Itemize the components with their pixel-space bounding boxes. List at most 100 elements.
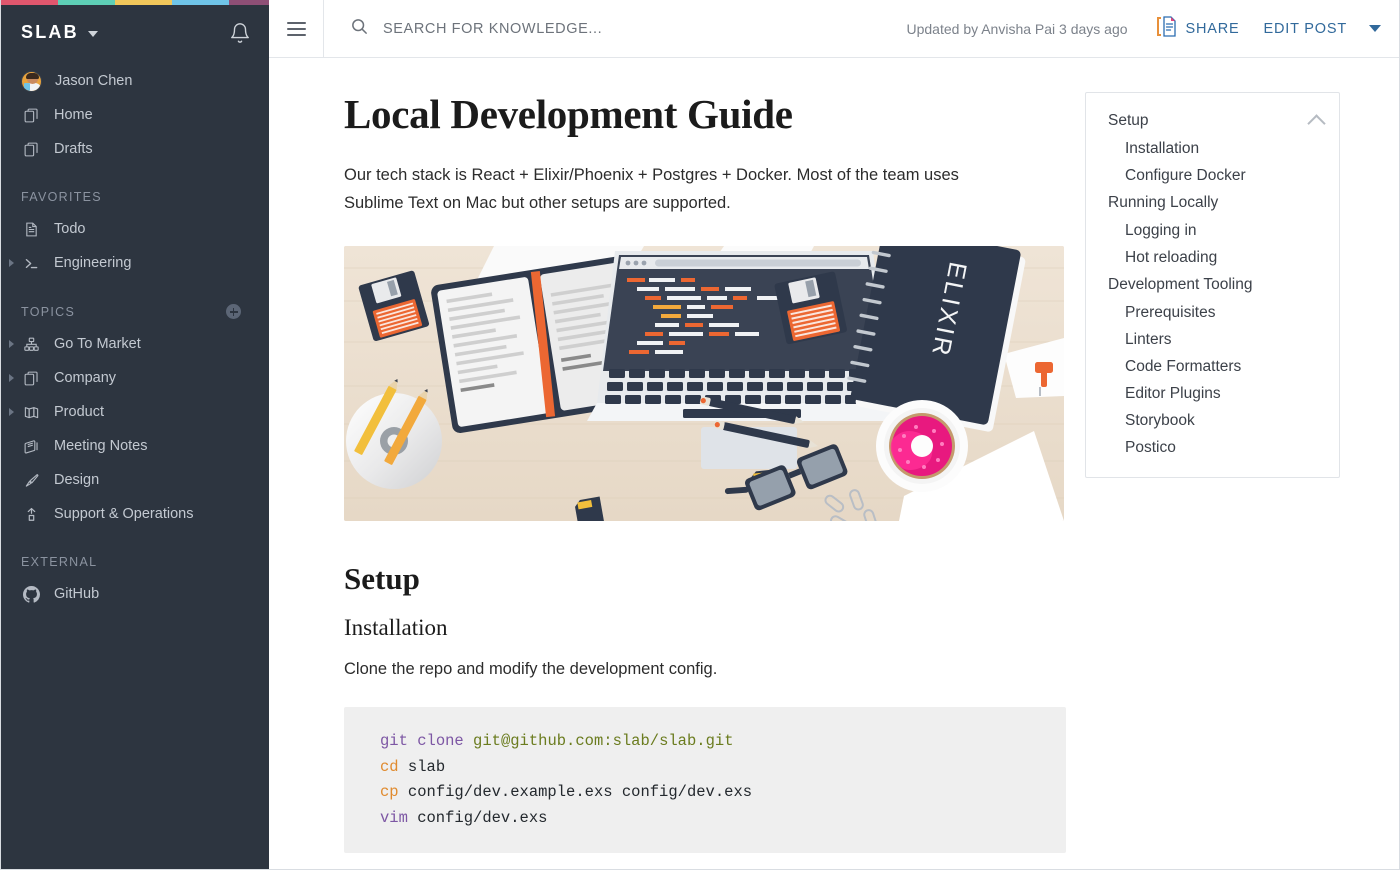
desk-illustration-svg: ELIXIR [344, 246, 1064, 521]
book-open-icon [21, 402, 41, 422]
sidebar-item-support-operations[interactable]: Support & Operations [1, 497, 269, 531]
toc-column: Setup InstallationConfigure DockerRunnin… [1029, 92, 1399, 870]
search-area [324, 0, 907, 58]
sidebar-section-favorites: FAVORITES [1, 166, 269, 212]
code-token: cd [380, 758, 399, 776]
share-button[interactable]: SHARE [1156, 15, 1240, 42]
expand-arrow-icon[interactable] [9, 374, 14, 382]
code-token: config/dev.exs [408, 809, 548, 827]
code-token: git [380, 732, 408, 750]
search-input[interactable] [383, 21, 863, 37]
accent-color-bar [1, 0, 269, 5]
sidebar-item-go-to-market[interactable]: Go To Market [1, 327, 269, 361]
app-window: SLAB Jason Chen [0, 0, 1400, 870]
avatar [21, 71, 42, 92]
section-heading-setup: Setup [344, 561, 999, 597]
main-panel: Updated by Anvisha Pai 3 days ago SHARE … [269, 0, 1399, 870]
content-area: Local Development Guide Our tech stack i… [269, 58, 1399, 870]
sidebar-item-label: Jason Chen [55, 73, 132, 89]
sidebar-item-label: GitHub [54, 586, 99, 602]
sidebar-item-home[interactable]: Home [1, 98, 269, 132]
sidebar-item-company[interactable]: Company [1, 361, 269, 395]
sidebar-item-label: Product [54, 404, 104, 420]
toc-entry-storybook[interactable]: Storybook [1086, 407, 1339, 434]
sidebar-item-label: Meeting Notes [54, 438, 148, 454]
terminal-icon [21, 253, 41, 273]
toc-entry-configure-docker[interactable]: Configure Docker [1086, 162, 1339, 189]
plus-circle-icon[interactable] [226, 304, 241, 319]
menu-toggle-button[interactable] [269, 0, 324, 58]
sidebar-item-label: Engineering [54, 255, 131, 271]
sidebar-item-todo[interactable]: Todo [1, 212, 269, 246]
paintbrush-icon [21, 470, 41, 490]
code-token: config/dev.example.exs config/dev.exs [399, 783, 752, 801]
toc-entry-development-tooling[interactable]: Development Tooling [1086, 271, 1339, 299]
hero-illustration: ELIXIR [344, 246, 1064, 521]
section-heading-installation: Installation [344, 615, 999, 641]
chevron-down-icon [88, 31, 98, 37]
toc-entry-editor-plugins[interactable]: Editor Plugins [1086, 380, 1339, 407]
toc-entry-prerequisites[interactable]: Prerequisites [1086, 299, 1339, 326]
document-icon [21, 219, 41, 239]
documents-icon [21, 105, 41, 125]
page-title: Local Development Guide [344, 92, 999, 137]
caret-down-icon[interactable] [1369, 25, 1381, 32]
sidebar-primary-nav: Jason Chen Home Drafts [1, 60, 269, 166]
documents-icon [21, 368, 41, 388]
edit-post-button[interactable]: EDIT POST [1264, 21, 1347, 37]
toc-entry-hot-reloading[interactable]: Hot reloading [1086, 244, 1339, 271]
code-line: cp config/dev.example.exs config/dev.exs [380, 780, 1030, 806]
github-icon [21, 584, 41, 604]
document-body: Local Development Guide Our tech stack i… [269, 92, 1029, 870]
toc-entries: InstallationConfigure DockerRunning Loca… [1086, 135, 1339, 461]
intro-paragraph: Our tech stack is React + Elixir/Phoenix… [344, 161, 999, 218]
section-label-text: EXTERNAL [21, 555, 97, 569]
section-label-text: FAVORITES [21, 190, 102, 204]
code-token [464, 732, 473, 750]
sidebar-item-label: Drafts [54, 141, 93, 157]
sidebar-item-label: Company [54, 370, 116, 386]
brand-menu[interactable]: SLAB [21, 22, 98, 43]
sidebar-item-label: Design [54, 472, 99, 488]
chevron-up-icon[interactable] [1307, 114, 1325, 132]
sidebar-item-drafts[interactable]: Drafts [1, 132, 269, 166]
accent-segment-2 [115, 0, 172, 5]
code-line: cd slab [380, 755, 1030, 781]
toc-entry-logging-in[interactable]: Logging in [1086, 217, 1339, 244]
sidebar-item-user[interactable]: Jason Chen [1, 64, 269, 98]
accent-segment-3 [172, 0, 229, 5]
sidebar-item-engineering[interactable]: Engineering [1, 246, 269, 280]
toc-entry-linters[interactable]: Linters [1086, 326, 1339, 353]
accent-segment-0 [1, 0, 58, 5]
lifebuoy-icon [21, 504, 41, 524]
sitemap-icon [21, 334, 41, 354]
code-block[interactable]: git clone git@github.com:slab/slab.gitcd… [344, 707, 1066, 853]
top-bar-actions: Updated by Anvisha Pai 3 days ago SHARE … [907, 15, 1400, 42]
toc-entry-setup[interactable]: Setup [1108, 107, 1149, 135]
sidebar: SLAB Jason Chen [1, 0, 269, 870]
toc-entry-postico[interactable]: Postico [1086, 434, 1339, 461]
code-line: git clone git@github.com:slab/slab.git [380, 729, 1030, 755]
sidebar-item-github[interactable]: GitHub [1, 577, 269, 611]
code-token: cp [380, 783, 399, 801]
sidebar-section-topics: TOPICS [1, 280, 269, 327]
accent-segment-1 [58, 0, 115, 5]
table-of-contents: Setup InstallationConfigure DockerRunnin… [1085, 92, 1340, 478]
brand-label: SLAB [21, 22, 79, 43]
expand-arrow-icon[interactable] [9, 408, 14, 416]
toc-entry-running-locally[interactable]: Running Locally [1086, 189, 1339, 217]
bell-icon[interactable] [229, 22, 251, 44]
expand-arrow-icon[interactable] [9, 340, 14, 348]
code-token: slab [399, 758, 446, 776]
sidebar-item-design[interactable]: Design [1, 463, 269, 497]
sidebar-item-product[interactable]: Product [1, 395, 269, 429]
hamburger-icon [287, 18, 306, 40]
top-bar: Updated by Anvisha Pai 3 days ago SHARE … [269, 0, 1399, 58]
search-icon [350, 17, 369, 41]
sidebar-item-meeting-notes[interactable]: Meeting Notes [1, 429, 269, 463]
expand-arrow-icon[interactable] [9, 259, 14, 267]
toc-entry-installation[interactable]: Installation [1086, 135, 1339, 162]
code-token: clone [417, 732, 464, 750]
colorful-document-icon [1156, 15, 1177, 42]
toc-entry-code-formatters[interactable]: Code Formatters [1086, 353, 1339, 380]
